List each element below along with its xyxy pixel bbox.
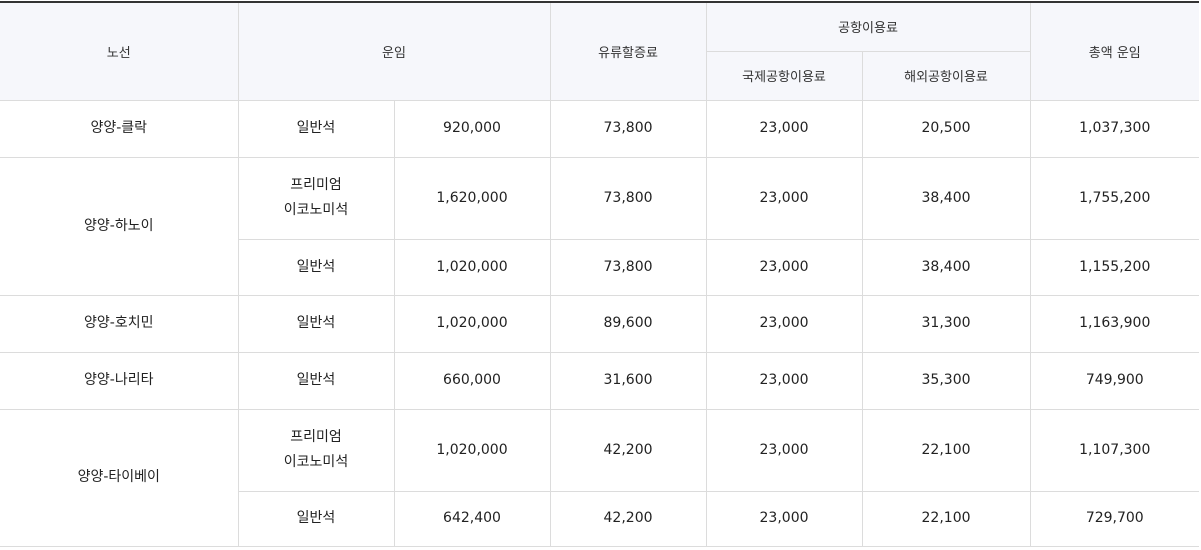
seat-class: 일반석 — [237, 99, 395, 158]
fare-value: 660,000 — [393, 351, 551, 410]
fuel-value: 73,800 — [549, 238, 707, 296]
fuel-value: 89,600 — [549, 294, 707, 353]
fare-value: 1,620,000 — [393, 156, 551, 240]
fare-value: 1,020,000 — [393, 238, 551, 296]
seat-class: 일반석 — [238, 490, 395, 547]
fare-value: 1,020,000 — [393, 294, 551, 353]
fuel-value: 42,200 — [549, 490, 707, 547]
fare-value: 920,000 — [393, 99, 551, 158]
intl-fee-value: 23,000 — [705, 408, 863, 492]
intl-fee-value: 23,000 — [705, 351, 863, 410]
total-value: 1,107,300 — [1029, 408, 1200, 492]
fare-value: 642,400 — [393, 490, 551, 547]
foreign-fee-value: 20,500 — [861, 99, 1031, 158]
intl-fee-value: 23,000 — [705, 294, 863, 353]
foreign-fee-value: 38,400 — [861, 156, 1031, 240]
intl-fee-value: 23,000 — [705, 490, 863, 547]
header-foreign-airport-fee: 해외공항이용료 — [861, 50, 1031, 101]
header-intl-airport-fee: 국제공항이용료 — [706, 50, 863, 101]
foreign-fee-value: 22,100 — [861, 490, 1031, 547]
foreign-fee-value: 35,300 — [861, 351, 1031, 410]
seat-class: 일반석 — [237, 294, 395, 353]
header-airport-fee: 공항이용료 — [705, 1, 1031, 52]
fare-value: 1,020,000 — [393, 408, 551, 492]
header-route: 노선 — [0, 1, 239, 101]
route-name: 양양-클락 — [0, 99, 239, 158]
fuel-value: 31,600 — [549, 351, 707, 410]
header-fare: 운임 — [237, 1, 551, 101]
route-name: 양양-타이베이 — [0, 408, 239, 547]
header-total-fare: 총액 운임 — [1029, 1, 1200, 101]
table-row: 양양-타이베이 프리미엄 이코노미석 1,020,000 42,200 23,0… — [0, 408, 1200, 547]
seat-class: 일반석 — [237, 351, 395, 410]
intl-fee-value: 23,000 — [705, 99, 863, 158]
foreign-fee-value: 38,400 — [861, 238, 1031, 296]
table-row: 양양-나리타 일반석 660,000 31,600 23,000 35,300 … — [0, 351, 1200, 410]
route-name: 양양-하노이 — [0, 156, 239, 296]
total-value: 1,755,200 — [1029, 156, 1200, 240]
seat-class: 프리미엄 이코노미석 — [237, 156, 395, 240]
seat-class: 일반석 — [238, 238, 395, 296]
total-value: 1,155,200 — [1029, 238, 1200, 296]
intl-fee-value: 23,000 — [705, 238, 863, 296]
fuel-value: 73,800 — [549, 99, 707, 158]
route-name: 양양-호치민 — [0, 294, 239, 353]
total-value: 1,163,900 — [1029, 294, 1200, 353]
total-value: 729,700 — [1029, 490, 1200, 547]
fuel-value: 73,800 — [549, 156, 707, 240]
total-value: 1,037,300 — [1029, 99, 1200, 158]
fare-table: 노선 운임 유류할증료 공항이용료 총액 운임 국제공항이용료 해외공항이용료 … — [0, 1, 1200, 547]
seat-class: 프리미엄 이코노미석 — [237, 408, 395, 492]
fuel-value: 42,200 — [549, 408, 707, 492]
foreign-fee-value: 31,300 — [861, 294, 1031, 353]
header-fuel-surcharge: 유류할증료 — [549, 1, 707, 101]
route-name: 양양-나리타 — [0, 351, 239, 410]
foreign-fee-value: 22,100 — [861, 408, 1031, 492]
table-row: 양양-호치민 일반석 1,020,000 89,600 23,000 31,30… — [0, 294, 1200, 353]
intl-fee-value: 23,000 — [705, 156, 863, 240]
table-row: 양양-클락 일반석 920,000 73,800 23,000 20,500 1… — [0, 99, 1200, 158]
table-row: 양양-하노이 프리미엄 이코노미석 1,620,000 73,800 23,00… — [0, 156, 1200, 296]
total-value: 749,900 — [1029, 351, 1200, 410]
